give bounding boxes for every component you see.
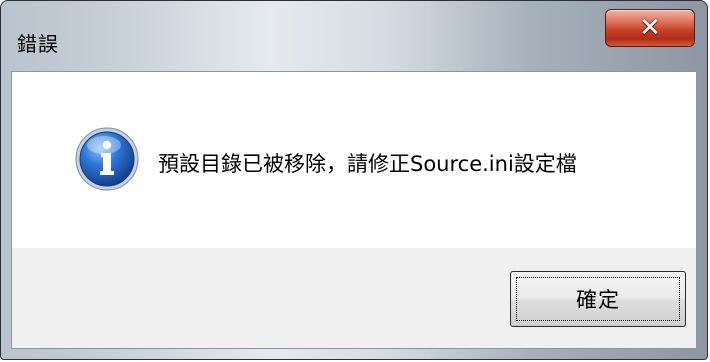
close-button[interactable]: ✕ [605, 9, 695, 47]
info-icon [75, 127, 139, 191]
message-area: 預設目錄已被移除，請修正Source.ini設定檔 [12, 72, 696, 248]
message-text: 預設目錄已被移除，請修正Source.ini設定檔 [158, 152, 577, 176]
ok-button-label: 確定 [576, 288, 620, 312]
button-area: 確定 [12, 248, 696, 348]
dialog-body: 預設目錄已被移除，請修正Source.ini設定檔 確定 [11, 71, 697, 349]
error-dialog-window: 錯誤 ✕ 預設目錄已被移除，請修正Source.ini設定檔 確定 [0, 0, 708, 360]
close-icon: ✕ [639, 13, 661, 43]
ok-button[interactable]: 確定 [510, 271, 686, 327]
title-bar[interactable]: 錯誤 ✕ [1, 1, 707, 71]
window-title: 錯誤 [17, 32, 59, 56]
